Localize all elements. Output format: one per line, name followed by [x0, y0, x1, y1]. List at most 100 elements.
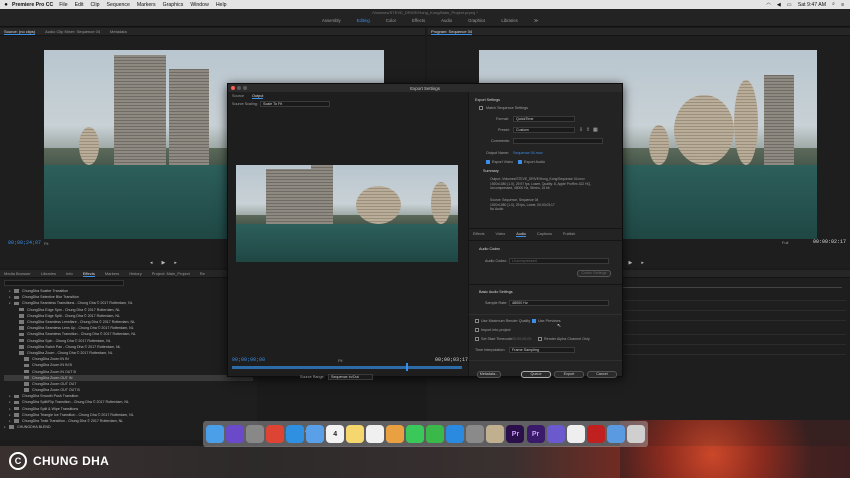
export-settings-section[interactable]: Export Settings	[475, 98, 500, 102]
close-icon[interactable]	[231, 86, 235, 90]
tab-captions-settings[interactable]: Captions	[537, 232, 552, 237]
import-into-project-checkbox[interactable]	[475, 328, 479, 332]
time-interpolation-dropdown[interactable]: Frame Sampling	[509, 347, 575, 353]
tab-export-source[interactable]: Source	[232, 94, 244, 99]
app-menu[interactable]: Premiere Pro CC	[12, 2, 53, 8]
menu-sequence[interactable]: Sequence	[106, 2, 129, 8]
summary-section[interactable]: Summary	[483, 169, 499, 173]
search-field[interactable]	[4, 280, 124, 286]
tab-project[interactable]: Project: Main_Project	[152, 271, 190, 276]
menu-file[interactable]: File	[59, 2, 67, 8]
messages-icon[interactable]	[406, 425, 425, 443]
workspace-tab-color[interactable]: Color	[386, 18, 396, 24]
format-dropdown[interactable]: QuickTime	[513, 116, 575, 122]
render-alpha-checkbox[interactable]	[538, 337, 542, 341]
appstore-icon[interactable]	[446, 425, 465, 443]
tab-effects[interactable]: Effects	[82, 271, 95, 277]
tab-metadata[interactable]: Metadata	[110, 29, 127, 34]
basic-audio-section[interactable]: Basic Audio Settings	[479, 290, 513, 294]
workspace-tab-more[interactable]: ≫	[534, 18, 539, 24]
start-timecode-value[interactable]: 00;00;00;00	[512, 337, 531, 341]
workspace-tab-graphics[interactable]: Graphics	[468, 18, 485, 24]
tab-source[interactable]: Source: (no clips)	[4, 29, 36, 35]
reminders-icon[interactable]	[366, 425, 385, 443]
use-previews-checkbox[interactable]	[532, 319, 536, 323]
acrobat-icon[interactable]	[586, 425, 605, 443]
source-range-dropdown[interactable]: Sequence In/Out	[328, 374, 373, 380]
comments-field[interactable]	[513, 138, 603, 144]
tab-libraries[interactable]: Libraries	[41, 271, 56, 276]
output-name-link[interactable]: Sequence 04.mov	[513, 151, 543, 155]
playhead[interactable]	[406, 363, 408, 371]
source-scaling-dropdown[interactable]: Scale To Fit	[260, 101, 330, 107]
fontbook-icon[interactable]	[486, 425, 505, 443]
wifi-icon[interactable]: ◠	[766, 2, 771, 8]
max-render-quality-checkbox[interactable]	[475, 319, 479, 323]
mail-icon[interactable]	[306, 425, 325, 443]
zoom-icon[interactable]	[243, 86, 247, 90]
workspace-tab-editing[interactable]: Editing	[357, 18, 370, 24]
notes-icon[interactable]	[346, 425, 365, 443]
premiere2-icon[interactable]: Pr	[526, 425, 545, 443]
workspace-tab-libraries[interactable]: Libraries	[501, 18, 517, 24]
apple-icon[interactable]: ●	[0, 2, 12, 8]
play-icon[interactable]: ▶	[162, 260, 166, 266]
tab-media-browser[interactable]: Media Browser	[4, 271, 31, 276]
tab-effects-settings[interactable]: Effects	[473, 232, 485, 237]
tab-program[interactable]: Program: Sequence 04	[431, 29, 473, 35]
document-icon[interactable]	[566, 425, 585, 443]
tab-info[interactable]: Info	[66, 271, 73, 276]
save-preset-icon[interactable]: ⇩	[579, 127, 583, 133]
tab-video-settings[interactable]: Video	[496, 232, 506, 237]
menu-markers[interactable]: Markers	[137, 2, 156, 8]
calendar-icon[interactable]: 4	[326, 425, 345, 443]
tab-publish-settings[interactable]: Publish	[563, 232, 575, 237]
volume-icon[interactable]: ◀	[777, 2, 781, 8]
export-timecode-in[interactable]: 00;00;00;00	[232, 357, 265, 363]
menu-help[interactable]: Help	[216, 2, 227, 8]
menu-graphics[interactable]: Graphics	[163, 2, 184, 8]
codec-settings-button[interactable]: Codec Settings	[577, 270, 611, 277]
premiere-icon[interactable]: Pr	[506, 425, 525, 443]
bitcoin-icon[interactable]	[546, 425, 565, 443]
tab-history[interactable]: History	[129, 271, 141, 276]
program-zoom[interactable]: Full	[782, 240, 788, 245]
tab-audio-settings[interactable]: Audio	[516, 232, 526, 237]
siri-icon[interactable]	[226, 425, 245, 443]
workspace-tab-assembly[interactable]: Assembly	[322, 18, 341, 24]
preferences-icon[interactable]	[466, 425, 485, 443]
finder-icon[interactable]	[206, 425, 225, 443]
delete-preset-icon[interactable]: ▦	[593, 127, 598, 133]
fit-dropdown[interactable]: Fit	[338, 358, 342, 363]
audio-codec-section[interactable]: Audio Codec	[479, 247, 500, 251]
tab-export-output[interactable]: Output	[252, 94, 264, 99]
queue-button[interactable]: Queue	[521, 371, 551, 378]
launchpad-icon[interactable]	[246, 425, 265, 443]
set-start-timecode-checkbox[interactable]	[475, 337, 479, 341]
notification-center-icon[interactable]: ≡	[841, 2, 844, 8]
match-sequence-checkbox[interactable]	[479, 106, 483, 110]
facetime-icon[interactable]	[426, 425, 445, 443]
source-zoom[interactable]: Fit	[44, 241, 48, 246]
audio-codec-dropdown[interactable]: Uncompressed	[509, 258, 609, 264]
metadata-button[interactable]: Metadata...	[477, 371, 501, 378]
workspace-tab-effects[interactable]: Effects	[412, 18, 425, 24]
menu-window[interactable]: Window	[190, 2, 208, 8]
tab-audio-clip-mixer[interactable]: Audio Clip Mixer: Sequence 04	[45, 29, 100, 34]
workspace-tab-audio[interactable]: Audio	[441, 18, 452, 24]
sample-rate-dropdown[interactable]: 48000 Hz	[509, 300, 609, 306]
minimize-icon[interactable]	[237, 86, 241, 90]
program-timecode[interactable]: 00:00:02:17	[813, 239, 846, 245]
spotlight-icon[interactable]: ⌕	[832, 1, 835, 8]
export-video-checkbox[interactable]	[486, 160, 490, 164]
play-icon[interactable]: ▶	[629, 260, 633, 266]
export-button[interactable]: Export	[554, 371, 584, 378]
export-titlebar[interactable]: Export Settings	[228, 84, 622, 92]
safari-icon[interactable]	[286, 425, 305, 443]
step-forward-icon[interactable]: ▸	[641, 260, 644, 266]
cancel-button[interactable]: Cancel	[587, 371, 617, 378]
folder-icon[interactable]	[606, 425, 625, 443]
preset-dropdown[interactable]: Custom	[513, 127, 575, 133]
tab-markers[interactable]: Markers	[105, 271, 119, 276]
chrome-icon[interactable]	[266, 425, 285, 443]
